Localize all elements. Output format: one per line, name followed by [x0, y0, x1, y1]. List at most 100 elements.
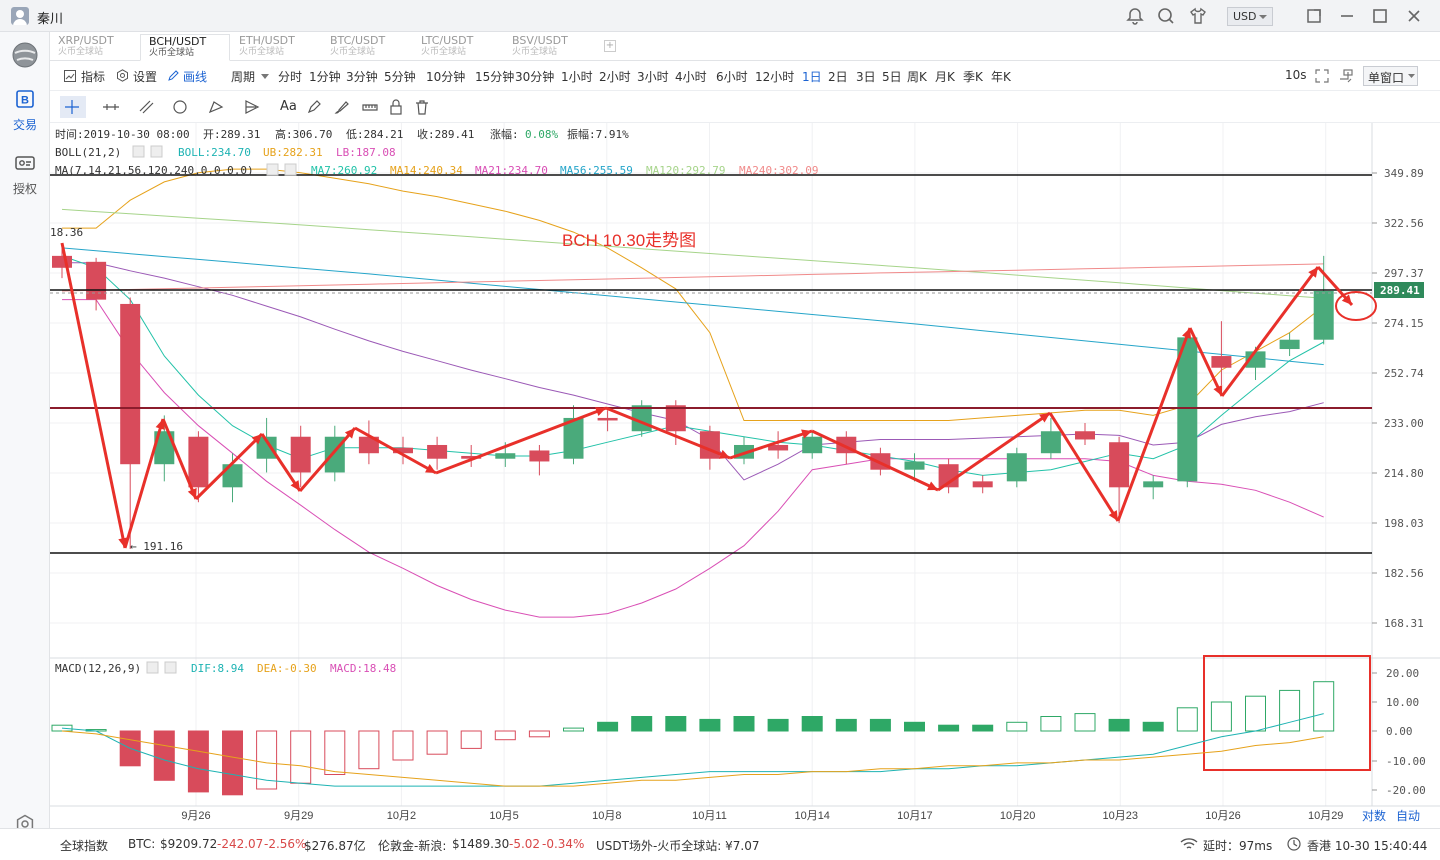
- indicator-icon[interactable]: [64, 70, 76, 82]
- candle-body: [120, 303, 141, 465]
- ma56-line: [61, 247, 1324, 366]
- tab-bch-usdt[interactable]: BCH/USDT 火币全球站: [140, 34, 230, 61]
- pencil-icon[interactable]: [167, 69, 180, 82]
- indicator-button[interactable]: 指标: [81, 68, 105, 85]
- tab-btc-usdt[interactable]: BTC/USDT 火币全球站: [322, 34, 412, 61]
- price-chart[interactable]: 349.89 322.56 297.37 274.15 252.74 233.00 214.…: [50, 123, 1440, 828]
- chart-title: BCH 10.30走势图: [562, 231, 696, 250]
- triangle-tool-icon[interactable]: [208, 99, 224, 115]
- period-16[interactable]: 5日: [882, 68, 902, 85]
- authorize-icon[interactable]: [15, 154, 35, 172]
- sidebar-item-trade[interactable]: 交易: [0, 116, 50, 133]
- avatar[interactable]: [11, 7, 29, 25]
- tab-ltc-usdt[interactable]: LTC/USDT 火币全球站: [413, 34, 503, 61]
- x-axis-label: 10月26: [1205, 810, 1240, 822]
- period-0[interactable]: 分时: [278, 68, 302, 85]
- crosshair-icon[interactable]: [64, 99, 80, 115]
- period-20[interactable]: 年K: [991, 68, 1011, 85]
- maximize-icon[interactable]: [1370, 6, 1390, 26]
- lock-icon[interactable]: [388, 99, 404, 115]
- auto-scale-button[interactable]: 自动: [1396, 809, 1420, 823]
- period-17[interactable]: 周K: [907, 68, 927, 85]
- period-15[interactable]: 3日: [856, 68, 876, 85]
- period-2[interactable]: 3分钟: [346, 68, 378, 85]
- brush-icon[interactable]: [334, 99, 350, 115]
- period-10[interactable]: 4小时: [675, 68, 707, 85]
- close-icon[interactable]: [1404, 6, 1424, 26]
- period-3[interactable]: 5分钟: [384, 68, 416, 85]
- macd-bar: [767, 718, 789, 732]
- macd-bar: [290, 730, 312, 784]
- macd-settings-icon[interactable]: [146, 661, 159, 674]
- tab-xrp-usdt[interactable]: XRP/USDT 火币全球站: [50, 34, 140, 61]
- period-4[interactable]: 10分钟: [426, 68, 465, 85]
- macd-tick-label: -10.00: [1386, 755, 1426, 768]
- marker-icon[interactable]: [306, 99, 322, 115]
- tab-bsv-usdt[interactable]: BSV/USDT 火币全球站: [504, 34, 594, 61]
- log-scale-button[interactable]: 对数: [1362, 808, 1386, 823]
- period-6[interactable]: 30分钟: [515, 68, 554, 85]
- macd-bar: [733, 716, 755, 732]
- period-7[interactable]: 1小时: [561, 68, 593, 85]
- period-18[interactable]: 月K: [935, 68, 955, 85]
- settings-button[interactable]: 设置: [133, 68, 157, 85]
- candle-body: [222, 464, 243, 488]
- period-13[interactable]: 1日: [802, 68, 822, 85]
- add-tab-button[interactable]: +: [604, 40, 616, 52]
- boll-settings-icon[interactable]: [132, 145, 145, 158]
- btc-ticker-percent: -2.56%: [264, 837, 307, 851]
- refresh-interval[interactable]: 10s: [1285, 68, 1307, 82]
- period-5[interactable]: 15分钟: [475, 68, 514, 85]
- period-dropdown[interactable]: 周期: [231, 68, 255, 85]
- screenshot-icon[interactable]: [1339, 69, 1353, 83]
- globe-logo-icon[interactable]: [12, 42, 38, 68]
- horizontal-line-icon[interactable]: [102, 99, 120, 115]
- sidebar-item-authorize[interactable]: 授权: [0, 180, 50, 197]
- measure-icon[interactable]: [362, 99, 378, 115]
- macd-tick-label: 10.00: [1386, 696, 1419, 709]
- user-name[interactable]: 秦川: [37, 8, 63, 27]
- period-11[interactable]: 6小时: [716, 68, 748, 85]
- candle-body: [1040, 431, 1061, 454]
- ma-settings-icon[interactable]: [266, 163, 279, 176]
- period-9[interactable]: 3小时: [637, 68, 669, 85]
- window-mode-select[interactable]: 单窗口: [1363, 66, 1418, 86]
- macd-close-icon[interactable]: [164, 661, 177, 674]
- period-12[interactable]: 12小时: [755, 68, 794, 85]
- tab-pair-label: BCH/USDT: [149, 35, 207, 48]
- x-axis-label: 9月26: [181, 810, 210, 822]
- period-19[interactable]: 季K: [963, 68, 983, 85]
- arrow-tool-icon[interactable]: [244, 99, 260, 115]
- draw-button[interactable]: 画线: [183, 68, 207, 85]
- price-tick-label: 349.89: [1384, 167, 1424, 180]
- minimize-icon[interactable]: [1337, 6, 1357, 26]
- trash-icon[interactable]: [414, 99, 430, 115]
- btc-ticker-change: -242.07: [217, 837, 264, 851]
- macd-bar: [597, 721, 619, 732]
- currency-select[interactable]: USD: [1227, 7, 1273, 26]
- macd-bar: [1279, 689, 1301, 732]
- period-1[interactable]: 1分钟: [309, 68, 341, 85]
- settings-icon[interactable]: [116, 69, 129, 82]
- clock-label: 香港 10-30 15:40:44: [1307, 839, 1428, 853]
- period-8[interactable]: 2小时: [599, 68, 631, 85]
- trade-icon[interactable]: B: [16, 90, 34, 108]
- tab-pair-label: BTC/USDT: [330, 34, 386, 47]
- circle-tool-icon[interactable]: [172, 99, 188, 115]
- bell-icon[interactable]: [1125, 6, 1145, 26]
- boll-close-icon[interactable]: [150, 145, 163, 158]
- ma-close-icon[interactable]: [284, 163, 297, 176]
- period-14[interactable]: 2日: [828, 68, 848, 85]
- macd-bar: [528, 730, 550, 738]
- fullscreen-icon[interactable]: [1315, 69, 1329, 83]
- shirt-icon[interactable]: [1188, 6, 1208, 26]
- highlight-circle: [1335, 291, 1377, 321]
- tab-pair-label: LTC/USDT: [421, 34, 474, 47]
- gold-ticker-price: $1489.30: [452, 837, 510, 851]
- text-tool-button[interactable]: Aa: [280, 99, 297, 114]
- tab-eth-usdt[interactable]: ETH/USDT 火币全球站: [231, 34, 321, 61]
- macd-bar: [563, 727, 584, 732]
- parallel-lines-icon[interactable]: [138, 99, 154, 115]
- popout-icon[interactable]: [1304, 6, 1324, 26]
- search-icon[interactable]: [1156, 6, 1176, 26]
